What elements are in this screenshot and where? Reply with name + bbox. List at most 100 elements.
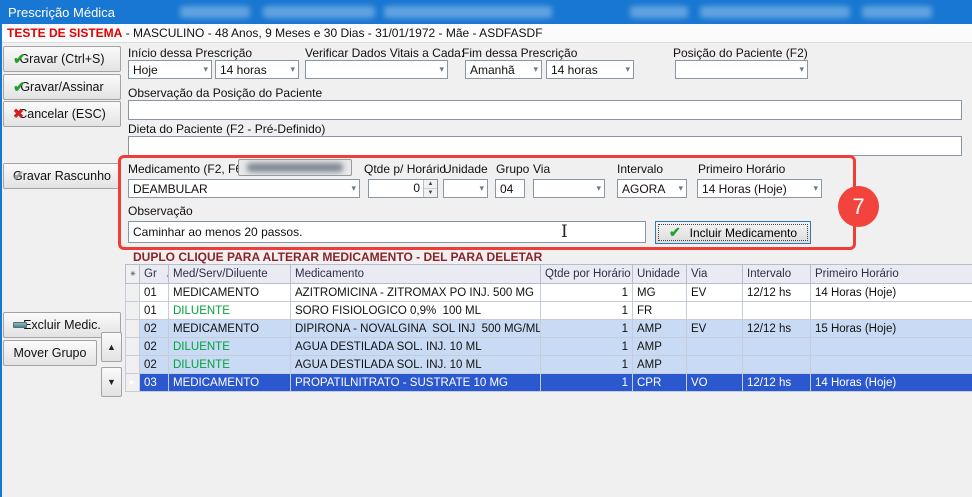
inicio-day-select[interactable]: Hoje ▾ — [128, 60, 212, 79]
spin-down-icon[interactable]: ▼ — [424, 189, 437, 197]
obs-posicao-label: Observação da Posição do Paciente — [128, 86, 322, 100]
cell-intervalo: 12/12 hs — [743, 284, 811, 302]
cell-gr: 01 — [140, 302, 169, 320]
move-group-down-button[interactable]: ▼ — [101, 367, 122, 397]
fim-day-select[interactable]: Amanhã ▾ — [465, 60, 542, 79]
table-row[interactable]: 01 DILUENTE SORO FISIOLOGICO 0,9% 100 ML… — [126, 302, 972, 320]
obs-posicao-input[interactable] — [128, 100, 962, 120]
grid-body: 01 MEDICAMENTO AZITROMICINA - ZITROMAX P… — [126, 284, 972, 392]
grupo-input[interactable] — [495, 179, 525, 198]
cell-via: EV — [687, 284, 743, 302]
table-row[interactable]: 02 MEDICAMENTO DIPIRONA - NOVALGINA SOL … — [126, 320, 972, 338]
column-header-medicamento[interactable]: Medicamento — [291, 265, 541, 284]
inicio-time-value: 14 horas — [220, 63, 267, 77]
check-gray-icon: ✔ — [13, 168, 24, 184]
cell-via — [687, 338, 743, 356]
cell-tipo: MEDICAMENTO — [169, 284, 291, 302]
unidade-select[interactable]: ▾ — [443, 179, 488, 198]
posicao-select[interactable]: ▾ — [675, 60, 808, 79]
incluir-medicamento-label: Incluir Medicamento — [690, 226, 797, 240]
column-header-tipo[interactable]: Med/Serv/Diluente — [169, 265, 291, 284]
row-marker-icon — [126, 284, 140, 302]
save-button[interactable]: ✔ Gravar (Ctrl+S) — [3, 46, 121, 72]
primeiro-horario-select[interactable]: 14 Horas (Hoje) ▾ — [697, 179, 822, 198]
chevron-down-icon: ▾ — [796, 64, 804, 75]
cell-via: EV — [687, 320, 743, 338]
cell-qtde: 1 — [541, 338, 633, 356]
cell-via — [687, 302, 743, 320]
patient-details: - MASCULINO - 48 Anos, 9 Meses e 30 Dias… — [122, 26, 542, 40]
fim-label: Fim dessa Prescrição — [462, 46, 577, 60]
inicio-day-value: Hoje — [133, 63, 158, 77]
column-header-gr[interactable]: Gr▲ — [140, 265, 169, 284]
chevron-down-icon: ▾ — [530, 64, 538, 75]
sort-asc-icon: ▲ — [165, 270, 169, 279]
cell-intervalo: 12/12 hs — [743, 374, 811, 392]
cell-medicamento: AGUA DESTILADA SOL. INJ. 10 ML — [291, 356, 541, 374]
column-header-unidade[interactable]: Unidade — [633, 265, 687, 284]
cell-gr: 02 — [140, 356, 169, 374]
save-sign-button-label: Gravar/Assinar — [20, 80, 103, 94]
medicamento-value: DEAMBULAR — [133, 182, 208, 196]
table-row[interactable]: 02 DILUENTE AGUA DESTILADA SOL. INJ. 10 … — [126, 338, 972, 356]
move-group-button[interactable]: Mover Grupo — [3, 340, 97, 366]
column-header-via[interactable]: Via — [687, 265, 743, 284]
grid-options-icon[interactable]: ✳ — [126, 265, 140, 284]
move-group-up-button[interactable]: ▲ — [101, 332, 122, 362]
posicao-label: Posição do Paciente (F2) — [673, 46, 808, 60]
cell-primeiro: 14 Horas (Hoje) — [811, 284, 972, 302]
observacao-input[interactable] — [128, 221, 646, 243]
cancel-button[interactable]: ✖ Cancelar (ESC) — [3, 101, 121, 127]
cell-primeiro: 15 Horas (Hoje) — [811, 320, 972, 338]
cell-intervalo — [743, 302, 811, 320]
cancel-button-label: Cancelar (ESC) — [18, 107, 106, 121]
table-row[interactable]: 02 DILUENTE AGUA DESTILADA SOL. INJ. 10 … — [126, 356, 972, 374]
cell-qtde: 1 — [541, 284, 633, 302]
column-header-primeiro[interactable]: Primeiro Horário — [811, 265, 972, 284]
cell-unidade: FR — [633, 302, 687, 320]
chevron-down-icon: ▾ — [593, 183, 601, 194]
inicio-time-select[interactable]: 14 horas ▾ — [215, 60, 299, 79]
intervalo-label: Intervalo — [617, 162, 663, 176]
intervalo-select[interactable]: AGORA ▾ — [617, 179, 687, 198]
cell-tipo: DILUENTE — [169, 338, 291, 356]
arrow-down-icon: ▼ — [107, 377, 116, 387]
delete-medication-button-label: Excluir Medic. — [23, 318, 101, 332]
chevron-down-icon: ▾ — [476, 183, 484, 194]
check-icon: ✔ — [13, 78, 26, 96]
cell-tipo: DILUENTE — [169, 302, 291, 320]
check-icon: ✔ — [13, 50, 26, 68]
table-row[interactable]: ▸ 03 MEDICAMENTO PROPATILNITRATO - SUSTR… — [126, 374, 972, 392]
unidade-label: Unidade — [443, 162, 488, 176]
cell-gr: 02 — [140, 320, 169, 338]
save-draft-button[interactable]: ✔ Gravar Rascunho — [3, 163, 121, 189]
table-row[interactable]: 01 MEDICAMENTO AZITROMICINA - ZITROMAX P… — [126, 284, 972, 302]
medicamento-extra-button[interactable] — [238, 159, 352, 176]
qtde-stepper[interactable]: 0 ▲ ▼ — [368, 179, 438, 198]
window-border — [0, 24, 2, 497]
fim-time-select[interactable]: 14 horas ▾ — [546, 60, 634, 79]
text-cursor-icon: I — [561, 222, 568, 242]
cell-gr: 01 — [140, 284, 169, 302]
vitais-select[interactable]: ▾ — [305, 60, 448, 79]
check-icon: ✔ — [669, 224, 681, 241]
incluir-medicamento-button[interactable]: ✔ Incluir Medicamento — [655, 221, 811, 244]
blurred-text — [263, 6, 375, 18]
save-sign-button[interactable]: ✔ Gravar/Assinar — [3, 74, 121, 100]
column-header-qtde[interactable]: Qtde por Horário — [541, 265, 633, 284]
cell-primeiro — [811, 302, 972, 320]
cell-medicamento: AGUA DESTILADA SOL. INJ. 10 ML — [291, 338, 541, 356]
save-button-label: Gravar (Ctrl+S) — [19, 52, 104, 66]
vitais-label: Verificar Dados Vitais a Cada: — [305, 46, 464, 60]
column-header-intervalo[interactable]: Intervalo — [743, 265, 811, 284]
blurred-text — [247, 163, 343, 172]
dieta-input[interactable] — [128, 136, 962, 156]
cell-medicamento: DIPIRONA - NOVALGINA SOL INJ 500 MG/ML 2 — [291, 320, 541, 338]
cell-unidade: AMP — [633, 356, 687, 374]
grid-caption: DUPLO CLIQUE PARA ALTERAR MEDICAMENTO - … — [133, 250, 542, 264]
medicamento-select[interactable]: DEAMBULAR ▾ — [128, 179, 360, 198]
via-select[interactable]: ▾ — [533, 179, 605, 198]
spin-up-icon[interactable]: ▲ — [424, 180, 437, 189]
patient-info-bar: TESTE DE SISTEMA - MASCULINO - 48 Anos, … — [2, 24, 972, 43]
cell-intervalo — [743, 356, 811, 374]
